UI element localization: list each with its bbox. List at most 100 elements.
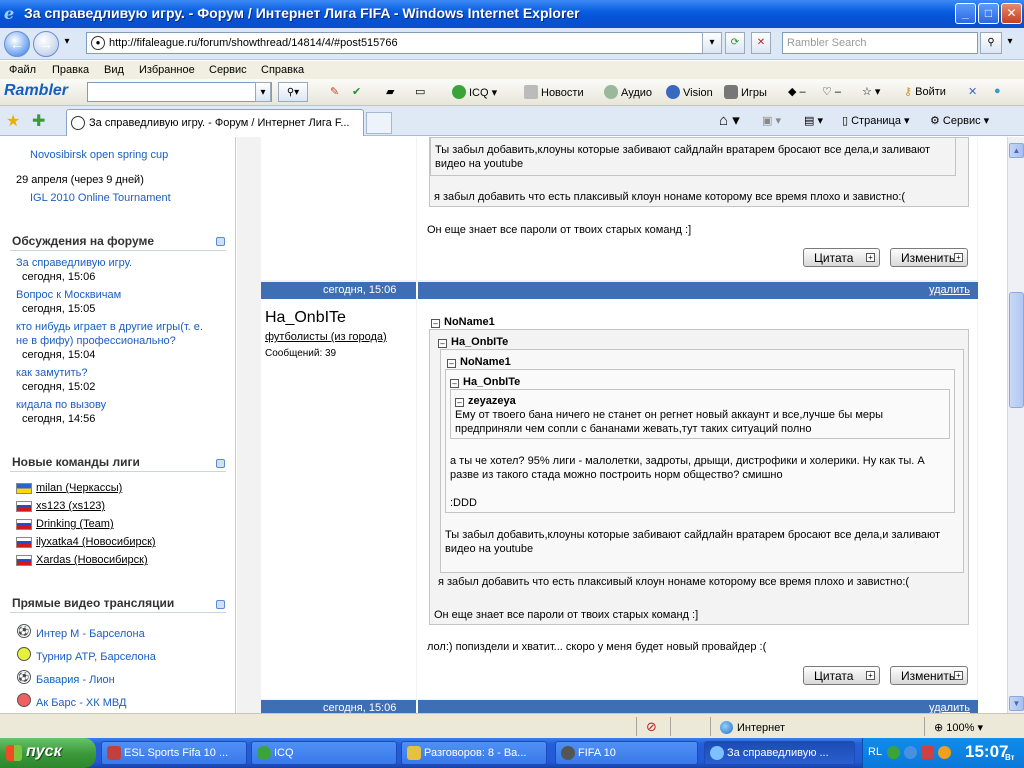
- spellcheck-icon[interactable]: ✔: [352, 85, 361, 98]
- forum-topic-link[interactable]: кидала по вызову: [16, 399, 106, 411]
- delete-link[interactable]: удалить: [929, 284, 970, 296]
- window-title-bar[interactable]: e За справедливую игру. - Форум / Интерн…: [0, 0, 1024, 28]
- forum-topic-link[interactable]: кто нибудь играет в другие игры(т. е.: [16, 321, 203, 333]
- forward-button[interactable]: →: [33, 31, 59, 57]
- search-icon[interactable]: ⚲: [980, 32, 1002, 54]
- team-link[interactable]: xs123 (xs123): [36, 500, 105, 512]
- mail-icon[interactable]: ▭: [415, 85, 425, 98]
- rambler-search-input[interactable]: [87, 82, 272, 102]
- favorites-star-icon[interactable]: ★: [6, 111, 20, 131]
- tools-menu-button[interactable]: ⚙ Сервис ▾: [930, 114, 989, 127]
- address-input[interactable]: ● http://fifaleague.ru/forum/showthread/…: [86, 32, 718, 54]
- post-author[interactable]: Ha_OnbITe: [265, 309, 346, 327]
- login-button[interactable]: ⚷ Войти: [904, 85, 946, 98]
- settings-icon[interactable]: ✕: [968, 85, 977, 98]
- team-link[interactable]: Drinking (Team): [36, 518, 114, 530]
- edit-button[interactable]: Изменить +: [890, 248, 968, 267]
- search-options-icon[interactable]: ▾: [1003, 32, 1017, 54]
- menu-favorites[interactable]: Избранное: [139, 64, 195, 76]
- audio-button[interactable]: Аудио: [604, 85, 652, 99]
- quote-block: – Ha_OnbITe – NoName1 – Ha_OnbITe – zeyazeya…: [429, 329, 969, 625]
- rambler-search-dropdown-icon[interactable]: ▾: [255, 82, 271, 102]
- team-link[interactable]: ilyxatka4 (Новосибирск): [36, 536, 156, 548]
- collapse-icon[interactable]: –: [447, 359, 456, 368]
- menu-file[interactable]: Файл: [9, 64, 36, 76]
- quote-button[interactable]: Цитата +: [803, 248, 880, 267]
- tray-icon[interactable]: [904, 746, 917, 759]
- collapse-icon[interactable]: –: [431, 319, 440, 328]
- rss-icon[interactable]: [216, 237, 225, 246]
- menu-help[interactable]: Справка: [261, 64, 304, 76]
- rambler-search-icon[interactable]: ⚲▾: [278, 82, 308, 102]
- video-stream-link[interactable]: Бавария - Лион: [36, 674, 115, 686]
- highlight-icon[interactable]: ✎: [330, 85, 339, 98]
- collapse-icon[interactable]: –: [455, 398, 464, 407]
- close-button[interactable]: ✕: [1001, 3, 1022, 24]
- icq-button[interactable]: ICQ ▾: [452, 85, 497, 99]
- video-stream-link[interactable]: Интер М - Барселона: [36, 628, 145, 640]
- security-zone[interactable]: Интернет: [720, 721, 785, 734]
- event-link[interactable]: IGL 2010 Online Tournament: [30, 192, 171, 204]
- news-button[interactable]: Новости: [524, 85, 584, 99]
- scroll-down-icon[interactable]: ▼: [1009, 696, 1024, 711]
- video-stream-link[interactable]: Турнир ATP, Барселона: [36, 651, 156, 663]
- menu-view[interactable]: Вид: [104, 64, 124, 76]
- games-button[interactable]: Игры: [724, 85, 767, 99]
- start-button[interactable]: пуск: [0, 738, 96, 768]
- home-icon[interactable]: ⌂ ▾: [719, 111, 740, 129]
- blocked-icon[interactable]: ⊘: [646, 719, 657, 735]
- eraser-icon[interactable]: ▰: [386, 85, 394, 98]
- quote-button[interactable]: Цитата +: [803, 666, 880, 685]
- scroll-thumb[interactable]: [1009, 292, 1024, 408]
- taskbar-item[interactable]: FIFA 10: [555, 741, 698, 765]
- back-button[interactable]: ←: [4, 31, 30, 57]
- tab-title: За справедливую игру. - Форум / Интернет…: [89, 117, 350, 129]
- team-link[interactable]: milan (Черкассы): [36, 482, 122, 494]
- forum-topic-link[interactable]: как замутить?: [16, 367, 87, 379]
- minimize-button[interactable]: _: [955, 3, 976, 24]
- event-link[interactable]: Novosibirsk open spring cup: [30, 149, 168, 161]
- tray-icon[interactable]: [938, 746, 951, 759]
- rss-icon[interactable]: [216, 600, 225, 609]
- add-favorite-icon[interactable]: ✚: [32, 111, 45, 131]
- menu-tools[interactable]: Сервис: [209, 64, 247, 76]
- history-dropdown-icon[interactable]: ▾: [60, 32, 74, 54]
- language-indicator[interactable]: RL: [868, 746, 882, 758]
- taskbar-item[interactable]: Разговоров: 8 - Ва...: [401, 741, 547, 765]
- address-dropdown-icon[interactable]: ▾: [702, 32, 722, 54]
- vision-button[interactable]: Vision: [666, 85, 713, 99]
- search-input[interactable]: Rambler Search: [782, 32, 978, 54]
- tab-active[interactable]: За справедливую игру. - Форум / Интернет…: [66, 109, 364, 136]
- tray-icon[interactable]: [887, 746, 900, 759]
- refresh-icon[interactable]: ⟳: [725, 32, 745, 54]
- collapse-icon[interactable]: –: [450, 379, 459, 388]
- taskbar-item[interactable]: ICQ: [251, 741, 397, 765]
- scroll-up-icon[interactable]: ▲: [1009, 143, 1024, 158]
- forum-topic-link-line2[interactable]: не в фифу) профессионально?: [16, 335, 176, 347]
- zoom-control[interactable]: ⊕ 100% ▾: [934, 721, 983, 734]
- taskbar-item-active[interactable]: За справедливую ...: [704, 741, 855, 765]
- star-icon[interactable]: ☆ ▾: [862, 85, 880, 98]
- stop-icon[interactable]: ✕: [751, 32, 771, 54]
- post-author-group[interactable]: футболисты (из города): [265, 331, 387, 343]
- vertical-scrollbar[interactable]: ▲ ▼: [1007, 137, 1024, 713]
- team-link[interactable]: Xardas (Новосибирск): [36, 554, 148, 566]
- comments-icon[interactable]: ◆ –: [788, 85, 806, 98]
- feeds-icon[interactable]: ▣ ▾: [762, 114, 781, 127]
- forum-topic-link[interactable]: Вопрос к Москвичам: [16, 289, 121, 301]
- taskbar-item[interactable]: ESL Sports Fifa 10 ...: [101, 741, 247, 765]
- new-tab-button[interactable]: [366, 112, 392, 134]
- extra-icon[interactable]: ●: [994, 85, 1001, 97]
- maximize-button[interactable]: □: [978, 3, 999, 24]
- print-icon[interactable]: ▤ ▾: [804, 114, 823, 127]
- heart-icon[interactable]: ♡ –: [822, 85, 841, 98]
- video-stream-link[interactable]: Ак Барс - ХК МВД: [36, 697, 126, 709]
- collapse-icon[interactable]: –: [438, 339, 447, 348]
- delete-link[interactable]: удалить: [929, 702, 970, 713]
- menu-edit[interactable]: Правка: [52, 64, 89, 76]
- rss-icon[interactable]: [216, 459, 225, 468]
- page-menu-button[interactable]: ▯ Страница ▾: [842, 114, 910, 127]
- edit-button[interactable]: Изменить +: [890, 666, 968, 685]
- forum-topic-link[interactable]: За справедливую игру.: [16, 257, 132, 269]
- tray-icon[interactable]: [921, 746, 934, 759]
